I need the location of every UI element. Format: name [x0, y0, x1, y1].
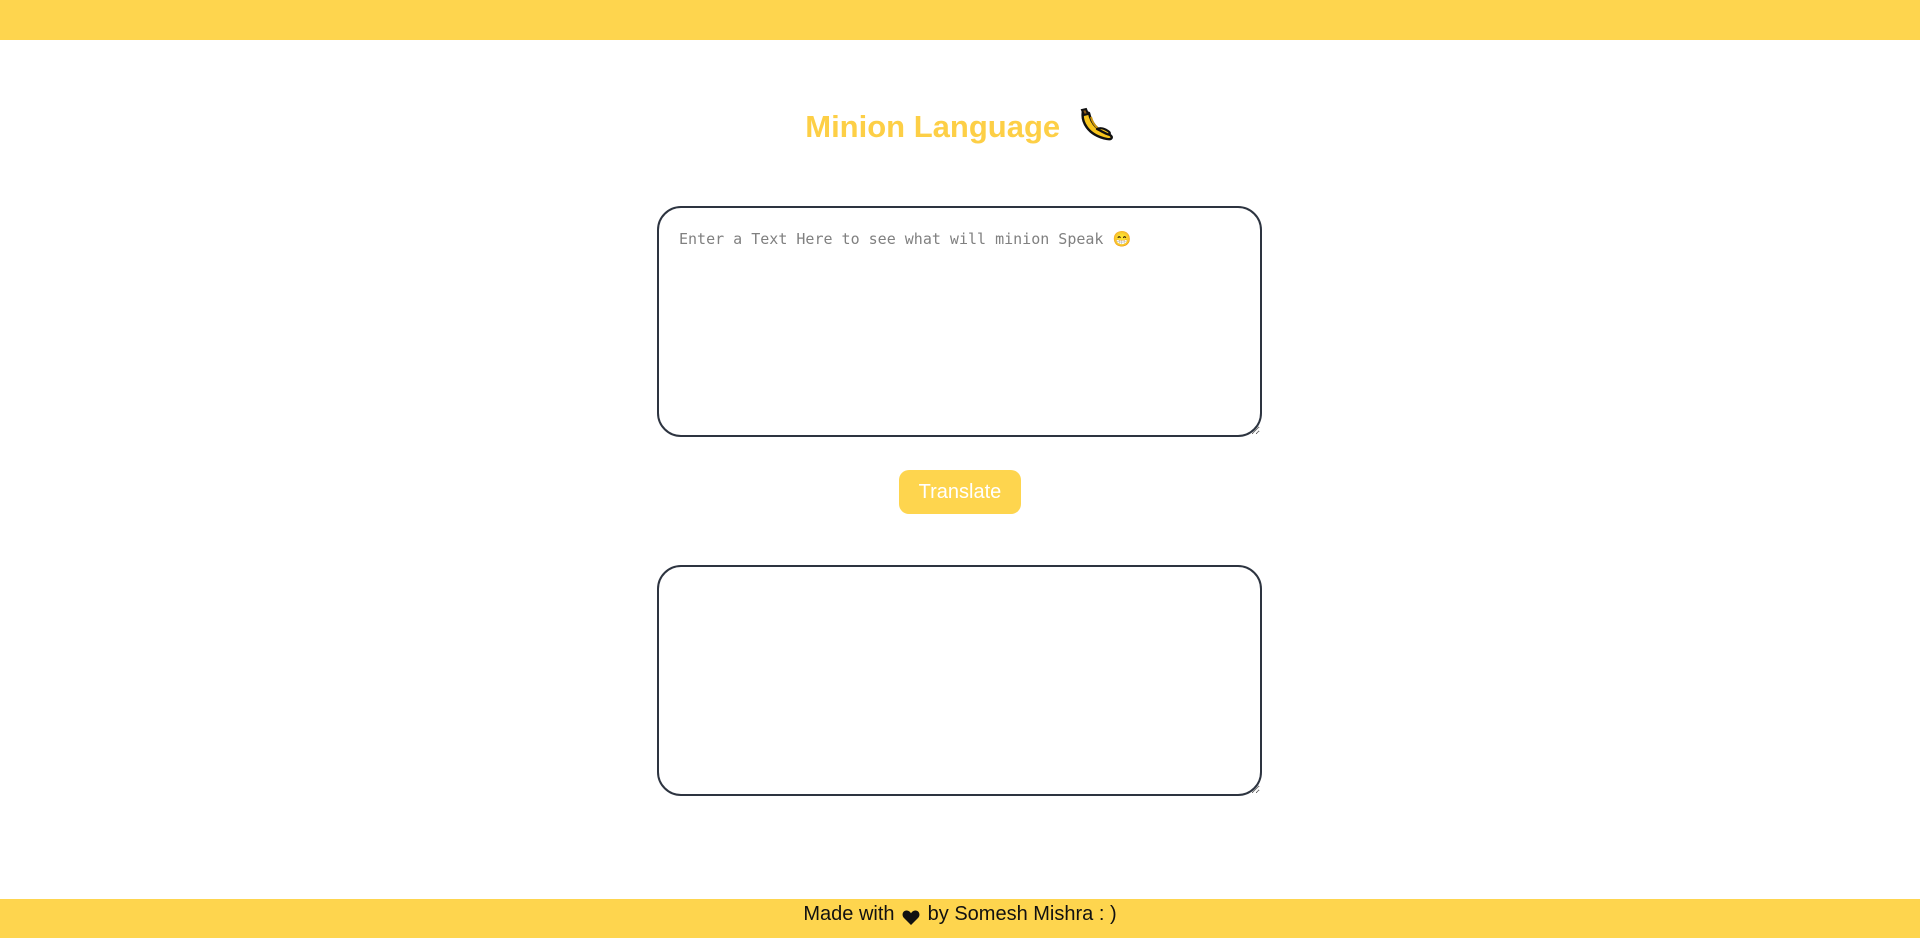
page-title: Minion Language: [805, 109, 1061, 144]
footer-text-before: Made with: [803, 903, 895, 925]
page-title-container: Minion Language: [0, 103, 1920, 151]
top-bar: [0, 0, 1920, 40]
translate-button[interactable]: Translate: [899, 470, 1021, 514]
banana-icon: [1077, 107, 1115, 145]
heart-icon: [902, 905, 920, 925]
translation-output[interactable]: [657, 565, 1262, 796]
footer: Made with by Somesh Mishra : ): [0, 899, 1920, 938]
text-input[interactable]: [657, 206, 1262, 437]
footer-text-after: by Somesh Mishra : ): [927, 903, 1117, 925]
